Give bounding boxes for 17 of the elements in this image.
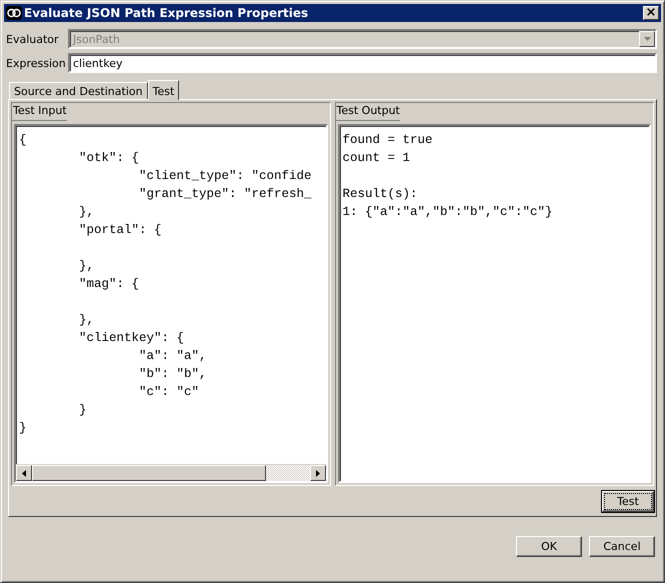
field-label: Evaluator: [6, 32, 60, 46]
pane-title: Test Input: [12, 103, 67, 121]
dialog-button[interactable]: Cancel: [589, 536, 655, 557]
tab[interactable]: Source and Destination: [9, 82, 148, 99]
field-label: Expression: [6, 56, 67, 70]
dialog-button[interactable]: OK: [516, 536, 582, 557]
output-text-area[interactable]: found = true count = 1 Result(s): 1: {"a":"a","b":"b","c":"c"}: [340, 126, 649, 481]
scroll-right-icon[interactable]: [316, 470, 320, 476]
scroll-left-icon[interactable]: [22, 470, 26, 476]
expression-field[interactable]: clientkey: [68, 53, 657, 73]
close-button[interactable]: ×: [643, 6, 659, 20]
pane-title: Test Output: [336, 103, 400, 121]
window-title: Evaluate JSON Path Expression Properties: [24, 6, 310, 20]
tab[interactable]: Test: [148, 80, 180, 100]
app-icon: [6, 6, 22, 20]
test-button[interactable]: Test: [602, 491, 654, 512]
horizontal-scrollbar[interactable]: [16, 464, 326, 481]
